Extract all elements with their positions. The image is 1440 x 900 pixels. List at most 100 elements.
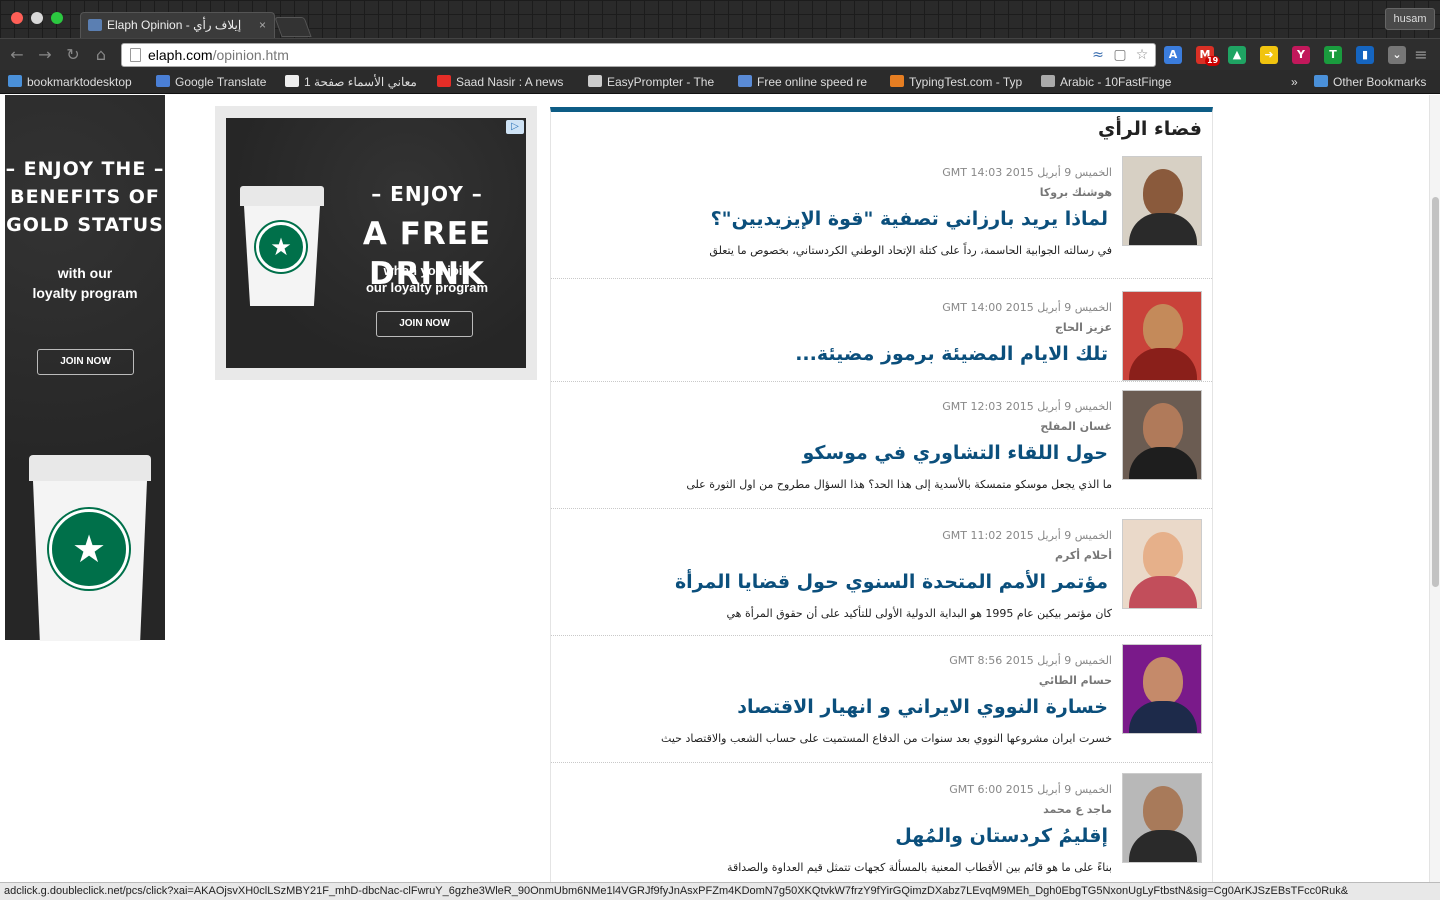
- bookmark-item[interactable]: Other Bookmarks: [1314, 70, 1434, 94]
- article-author: هوشنك بروكا: [1039, 186, 1112, 199]
- ep-icon: [588, 75, 602, 87]
- ad-subtext-line: with our: [57, 265, 113, 281]
- browser-tab-active[interactable]: Elaph Opinion - إيلاف رأي ×: [80, 12, 275, 38]
- article-title[interactable]: حول اللقاء التشاوري في موسكو: [803, 442, 1109, 464]
- window-maximize-button[interactable]: [51, 12, 63, 24]
- article-item: الخميس 9 أبريل 2015 GMT 14:03 هوشنك بروكا…: [551, 152, 1212, 279]
- url-path: /opinion.htm: [212, 47, 289, 63]
- article-date: الخميس 9 أبريل 2015 GMT 11:02: [942, 529, 1112, 542]
- bookmark-item[interactable]: Arabic - 10FastFinge: [1041, 70, 1176, 94]
- bookmark-label: Arabic - 10FastFinge: [1060, 75, 1172, 89]
- new-tab-button[interactable]: [274, 17, 312, 37]
- url-host: elaph.com: [148, 47, 213, 63]
- article-date: الخميس 9 أبريل 2015 GMT 14:00: [942, 301, 1112, 314]
- author-photo[interactable]: [1122, 519, 1202, 609]
- skyscraper-ad[interactable]: – ENJOY THE – BENEFITS OF GOLD STATUS with…: [5, 95, 165, 641]
- status-bar-url: adclick.g.doubleclick.net/pcs/click?xai=…: [0, 882, 1440, 900]
- author-photo[interactable]: [1122, 773, 1202, 863]
- back-arrow-icon[interactable]: ←: [6, 44, 28, 66]
- tab-title: Elaph Opinion - إيلاف رأي: [107, 18, 242, 32]
- adchoices-icon[interactable]: ▷: [506, 120, 524, 134]
- article-date: الخميس 9 أبريل 2015 GMT 12:03: [942, 400, 1112, 413]
- join-now-button[interactable]: JOIN NOW: [376, 311, 473, 337]
- article-title[interactable]: إقليمُ كردستان والمُهل: [895, 825, 1108, 847]
- author-photo[interactable]: [1122, 156, 1202, 246]
- article-item: الخميس 9 أبريل 2015 GMT 6:00 ماجد ع محمد إ…: [551, 763, 1212, 882]
- home-icon[interactable]: ⌂: [90, 44, 112, 66]
- ad-headline-line: GOLD STATUS: [6, 214, 164, 236]
- bookmark-label: bookmarktodesktop: [27, 75, 132, 89]
- page-scrollbar[interactable]: [1429, 95, 1440, 882]
- elaph-favicon-icon: [88, 19, 102, 31]
- opinion-section: فضاء الرأي الخميس 9 أبريل 2015 GMT 14:03…: [550, 107, 1213, 882]
- drive-extension-icon[interactable]: ▲: [1228, 46, 1246, 64]
- ad-headline-top: – ENJOY –: [371, 182, 483, 206]
- ad-subtext: with our loyalty program: [5, 263, 165, 303]
- bookmark-item[interactable]: EasyPrompter - The: [588, 70, 723, 94]
- author-photo[interactable]: [1122, 390, 1202, 480]
- page-content: – ENJOY THE – BENEFITS OF GOLD STATUS with…: [0, 95, 1440, 882]
- folder-icon: [8, 75, 22, 87]
- bookmark-item[interactable]: TypingTest.com - Typ: [890, 70, 1027, 94]
- ad-headline-line: – ENJOY THE –: [5, 158, 165, 180]
- bookmarks-overflow-button[interactable]: »: [1291, 70, 1305, 94]
- article-title[interactable]: لماذا يريد بارزاني تصفية "قوة الإيزيديين…: [711, 208, 1108, 230]
- forward-arrow-icon[interactable]: →: [34, 44, 56, 66]
- section-title[interactable]: فضاء الرأي: [1098, 118, 1202, 140]
- bookmark-label: Saad Nasir : A news: [456, 75, 564, 89]
- article-excerpt: كان مؤتمر بيكين عام 1995 هو البداية الدو…: [726, 607, 1113, 620]
- bookmark-item[interactable]: Google Translate: [156, 70, 276, 94]
- feed-lines-icon[interactable]: ≈: [1090, 47, 1106, 63]
- article-excerpt: بناءً على ما هو قائم بين الأقطاب المعنية…: [727, 861, 1112, 874]
- article-item: الخميس 9 أبريل 2015 GMT 8:56 حسام الطائي خ…: [551, 636, 1212, 763]
- window-close-button[interactable]: [11, 12, 23, 24]
- unread-count-badge: 19: [1205, 56, 1221, 66]
- speed-reading-icon: [738, 75, 752, 87]
- article-excerpt: في رسالته الجوابية الحاسمة، رداً على كتل…: [709, 244, 1112, 257]
- reload-icon[interactable]: ↻: [62, 44, 84, 66]
- bookmark-star-icon[interactable]: ☆: [1134, 47, 1150, 63]
- article-item: الخميس 9 أبريل 2015 GMT 11:02 أحلام أكرم م…: [551, 509, 1212, 636]
- bookmark-item[interactable]: Free online speed re: [738, 70, 876, 94]
- rectangle-ad[interactable]: ▷ ★ – ENJOY – A FREE DRINK when you join…: [226, 118, 526, 368]
- starbucks-logo-icon: ★: [256, 222, 306, 272]
- 10fastfingers-icon: [1041, 75, 1055, 87]
- bookmark-label: TypingTest.com - Typ: [909, 75, 1023, 89]
- gmail-extension-icon[interactable]: M 19: [1196, 46, 1221, 66]
- bookmark-item[interactable]: Saad Nasir : A news: [437, 70, 572, 94]
- y-extension-icon[interactable]: Y: [1292, 46, 1310, 64]
- reader-icon[interactable]: ▢: [1112, 47, 1128, 63]
- join-now-button[interactable]: JOIN NOW: [37, 349, 134, 375]
- arrow-extension-icon[interactable]: ➜: [1260, 46, 1278, 64]
- cup-lid-image: [29, 455, 151, 481]
- bookmark-item[interactable]: bookmarktodesktop: [8, 70, 148, 94]
- ad-subtext: when you join our loyalty program: [338, 262, 516, 296]
- bookmark-label: Other Bookmarks: [1333, 75, 1427, 89]
- typingtest-icon: [890, 75, 904, 87]
- author-photo[interactable]: [1122, 644, 1202, 734]
- article-item: الخميس 9 أبريل 2015 GMT 12:03 غسان المفلح…: [551, 382, 1212, 509]
- tab-close-icon[interactable]: ×: [259, 13, 266, 37]
- address-bar[interactable]: elaph.com/opinion.htm ≈ ▢ ☆: [121, 43, 1156, 67]
- chart-extension-icon[interactable]: ▮: [1356, 46, 1374, 64]
- pocket-extension-icon[interactable]: ⌄: [1388, 46, 1406, 64]
- names-site-icon: [285, 75, 299, 87]
- article-title[interactable]: خسارة النووي الايراني و انهيار الاقتصاد: [737, 696, 1108, 718]
- url-text[interactable]: elaph.com/opinion.htm: [148, 44, 289, 66]
- translate-extension-icon[interactable]: A: [1164, 46, 1182, 64]
- profile-button[interactable]: husam: [1385, 8, 1435, 30]
- ad-subtext-line: loyalty program: [32, 285, 138, 301]
- scrollbar-thumb[interactable]: [1432, 197, 1439, 587]
- article-title[interactable]: تلك الايام المضيئة برموز مضيئة...: [795, 343, 1108, 365]
- t-extension-icon[interactable]: T: [1324, 46, 1342, 64]
- article-author: حسام الطائي: [1038, 674, 1112, 687]
- youtube-icon: [437, 75, 451, 87]
- author-photo[interactable]: [1122, 291, 1202, 381]
- menu-icon[interactable]: ≡: [1412, 46, 1430, 64]
- article-excerpt: خسرت ايران مشروعها النووي بعد سنوات من ا…: [661, 732, 1112, 745]
- bookmark-item[interactable]: معاني الأسماء صفحة 1: [285, 70, 435, 94]
- bookmark-label: Google Translate: [175, 75, 267, 89]
- article-title[interactable]: مؤتمر الأمم المتحدة السنوي حول قضايا الم…: [675, 571, 1108, 593]
- article-author: غسان المفلح: [1040, 420, 1112, 433]
- window-minimize-button[interactable]: [31, 12, 43, 24]
